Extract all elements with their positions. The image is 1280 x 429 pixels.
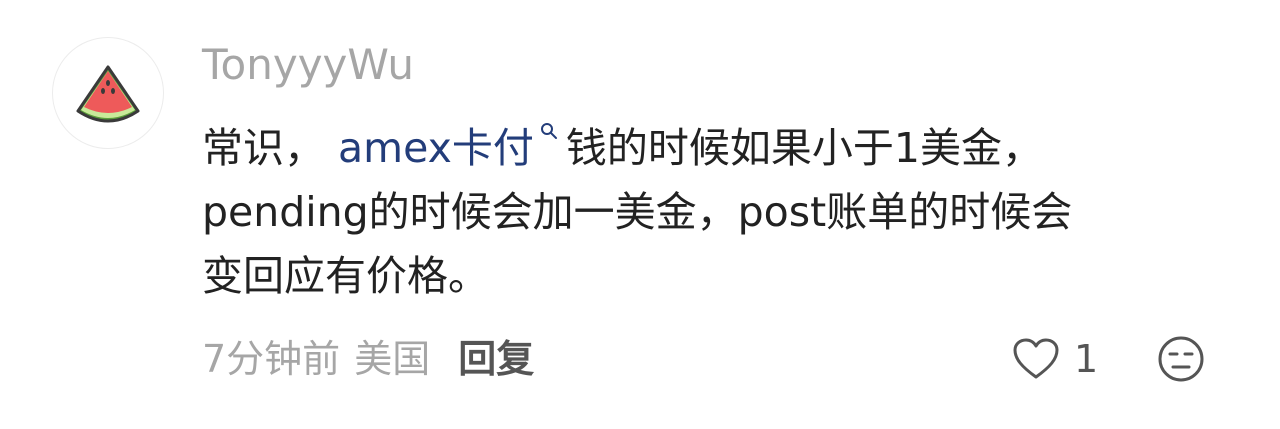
comment-line-3: 变回应有价格。 [202, 252, 489, 300]
comment-line-2: pending的时候会加一美金，post账单的时候会 [202, 188, 1073, 236]
comment-text: 常识， amex卡付 钱的时候如果小于1美金， pending的时候会加一美金，p… [202, 116, 1252, 308]
comment-text-prefix: 常识， [202, 124, 339, 172]
reply-button[interactable]: 回复 [458, 337, 534, 381]
search-link[interactable]: amex卡付 [338, 124, 534, 172]
like-button[interactable]: 1 [1012, 331, 1098, 387]
timestamp: 7分钟前 [202, 337, 341, 381]
comment-footer: 7分钟前 美国 回复 [202, 330, 534, 388]
like-count: 1 [1074, 337, 1099, 381]
search-icon[interactable] [540, 122, 558, 140]
location: 美国 [354, 337, 431, 381]
comment-item: TonyyyWu 常识， amex卡付 钱的时候如果小于1美金， pending的… [0, 0, 1280, 429]
username[interactable]: TonyyyWu [202, 36, 414, 94]
watermelon-avatar-icon [76, 65, 140, 123]
avatar[interactable] [52, 37, 164, 149]
meh-face-icon[interactable] [1156, 334, 1206, 384]
comment-line-1: 常识， amex卡付 钱的时候如果小于1美金， [202, 116, 1252, 180]
comment-text-suffix: 钱的时候如果小于1美金， [565, 124, 1043, 172]
heart-icon [1013, 338, 1059, 379]
